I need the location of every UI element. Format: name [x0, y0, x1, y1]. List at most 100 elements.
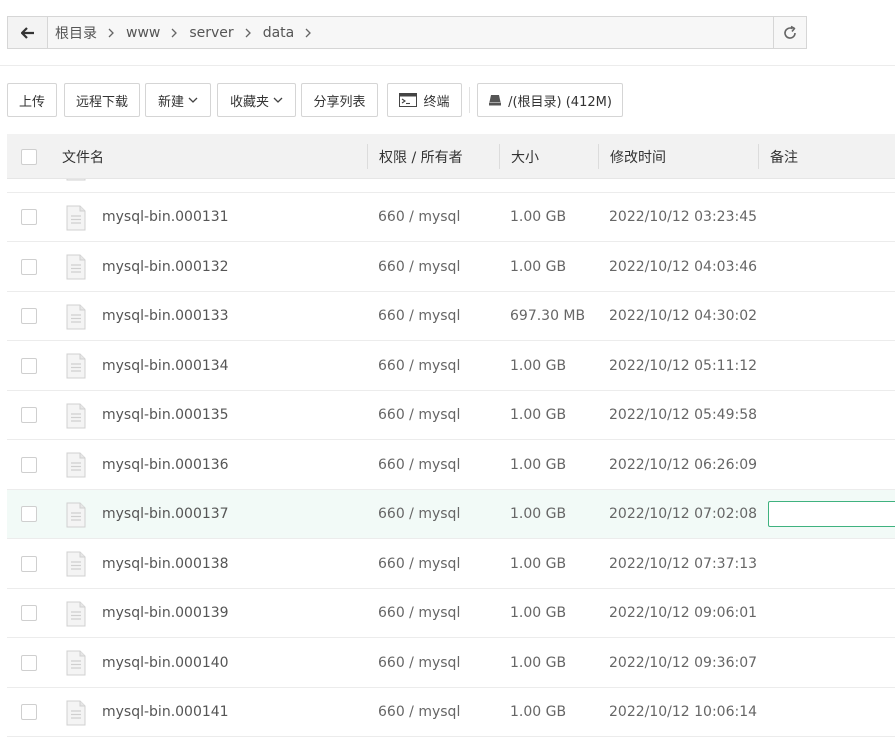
remark-input[interactable] [768, 500, 895, 527]
terminal-label: 终端 [423, 94, 450, 110]
file-mtime: 2022/10/12 10:06:14 [609, 704, 758, 721]
refresh-button[interactable] [773, 17, 806, 48]
file-icon [66, 254, 86, 284]
row-checkbox[interactable] [21, 357, 37, 374]
file-name[interactable]: mysql-bin.000140 [102, 638, 229, 688]
file-icon [66, 601, 86, 631]
back-button[interactable] [8, 17, 48, 48]
file-size: 1.00 GB [510, 654, 567, 671]
file-name[interactable]: mysql-bin.000139 [102, 589, 229, 639]
file-size: 697.30 MB [510, 308, 586, 325]
row-checkbox[interactable] [21, 654, 37, 671]
table-row[interactable]: mysql-bin.000133 660 / mysql 697.30 MB 2022… [7, 292, 895, 342]
file-icon [66, 179, 86, 185]
breadcrumb-link[interactable]: server [189, 25, 233, 41]
file-perm[interactable]: 660 / mysql [378, 242, 460, 292]
file-perm[interactable]: 660 / mysql [378, 490, 460, 540]
row-checkbox[interactable] [21, 209, 37, 226]
chevron-right-icon [245, 28, 251, 38]
disk-button[interactable]: /(根目录) (412M) [477, 83, 623, 117]
row-checkbox[interactable] [21, 605, 37, 622]
new-button[interactable]: 新建 [145, 83, 211, 117]
header-perm[interactable]: 权限 / 所有者 [379, 134, 463, 179]
row-checkbox-cell [21, 391, 37, 441]
file-perm[interactable]: 660 / mysql [378, 688, 460, 738]
table-row[interactable]: mysql-bin.000134 660 / mysql 1.00 GB 2022/1… [7, 341, 895, 391]
header-mtime[interactable]: 修改时间 [610, 134, 666, 179]
file-name[interactable]: mysql-bin.000141 [102, 688, 229, 738]
row-checkbox[interactable] [21, 506, 37, 523]
upload-button[interactable]: 上传 [7, 83, 57, 117]
breadcrumb-item: 根目录 [55, 23, 126, 43]
file-perm[interactable]: 660 / mysql [378, 589, 460, 639]
file-perm[interactable]: 660 / mysql [378, 539, 460, 589]
file-perm[interactable]: 660 / mysql [378, 179, 460, 193]
file-name[interactable]: mysql-bin.000133 [102, 292, 229, 342]
header-size[interactable]: 大小 [511, 134, 539, 179]
path-bar: 根目录 www server data [7, 16, 807, 49]
row-checkbox-cell [21, 179, 37, 193]
header-name[interactable]: 文件名 [62, 134, 104, 179]
select-all-checkbox[interactable] [21, 148, 37, 165]
table-row[interactable]: mysql-bin.000139 660 / mysql 1.00 GB 2022/1… [7, 589, 895, 639]
file-mtime: 2022/10/12 09:36:07 [609, 654, 758, 671]
terminal-button[interactable]: 终端 [387, 83, 462, 117]
file-name[interactable]: mysql-bin.000131 [102, 193, 229, 243]
breadcrumb-link[interactable]: 根目录 [55, 23, 97, 43]
column-divider [598, 144, 599, 169]
table-row[interactable]: mysql-bin.000136 660 / mysql 1.00 GB 2022/1… [7, 440, 895, 490]
chevron-down-icon [188, 97, 198, 103]
file-perm[interactable]: 660 / mysql [378, 638, 460, 688]
file-icon [66, 551, 86, 581]
row-checkbox[interactable] [21, 456, 37, 473]
file-name[interactable]: mysql-bin.000134 [102, 341, 229, 391]
table-row[interactable]: mysql-bin.000131 660 / mysql 1.00 GB 2022/1… [7, 193, 895, 243]
terminal-icon [399, 93, 418, 107]
file-size: 1.00 GB [510, 704, 567, 721]
row-checkbox-cell [21, 539, 37, 589]
row-checkbox-cell [21, 589, 37, 639]
table-row[interactable]: mysql-bin.000140 660 / mysql 1.00 GB 2022/1… [7, 638, 895, 688]
file-list[interactable]: mysql-bin.000130 660 / mysql 1.00 GB 2022/1… [7, 179, 895, 742]
favorites-button[interactable]: 收藏夹 [217, 83, 296, 117]
file-perm[interactable]: 660 / mysql [378, 292, 460, 342]
row-checkbox[interactable] [21, 308, 37, 325]
breadcrumb-link[interactable]: www [126, 25, 160, 41]
table-row[interactable]: mysql-bin.000138 660 / mysql 1.00 GB 2022/1… [7, 539, 895, 589]
file-name[interactable]: mysql-bin.000138 [102, 539, 229, 589]
table-row[interactable]: mysql-bin.000132 660 / mysql 1.00 GB 2022/1… [7, 242, 895, 292]
upload-button-label: 上传 [18, 94, 45, 110]
file-name[interactable]: mysql-bin.000137 [102, 490, 229, 540]
file-mtime: 2022/10/12 02:41:34 [609, 179, 757, 193]
file-size: 1.00 GB [510, 506, 567, 523]
breadcrumb-link[interactable]: data [263, 25, 295, 41]
row-checkbox-cell [21, 688, 37, 738]
file-perm[interactable]: 660 / mysql [378, 341, 460, 391]
file-name[interactable]: mysql-bin.000130 [102, 179, 229, 193]
table-row[interactable]: mysql-bin.000130 660 / mysql 1.00 GB 2022/1… [7, 179, 895, 193]
row-checkbox-cell [21, 638, 37, 688]
file-icon [66, 502, 86, 532]
file-mtime: 2022/10/12 07:02:08 [609, 506, 758, 523]
refresh-icon [784, 25, 796, 39]
table-row[interactable]: mysql-bin.000141 660 / mysql 1.00 GB 2022/1… [7, 688, 895, 738]
file-name[interactable]: mysql-bin.000136 [102, 440, 229, 490]
arrow-left-icon [20, 26, 34, 39]
file-perm[interactable]: 660 / mysql [378, 391, 460, 441]
row-checkbox[interactable] [21, 258, 37, 275]
file-size: 1.00 GB [510, 179, 566, 193]
row-checkbox-cell [21, 490, 37, 540]
table-row[interactable]: mysql-bin.000137 660 / mysql 1.00 GB 2022/1… [7, 489, 895, 540]
row-checkbox[interactable] [21, 407, 37, 424]
table-row[interactable]: mysql-bin.000135 660 / mysql 1.00 GB 2022/1… [7, 391, 895, 441]
row-checkbox[interactable] [21, 555, 37, 572]
share-list-button[interactable]: 分享列表 [301, 83, 378, 117]
row-checkbox[interactable] [21, 704, 37, 721]
file-name[interactable]: mysql-bin.000132 [102, 242, 229, 292]
file-size: 1.00 GB [510, 407, 567, 424]
header-remark[interactable]: 备注 [770, 134, 798, 179]
file-perm[interactable]: 660 / mysql [378, 440, 460, 490]
file-name[interactable]: mysql-bin.000135 [102, 391, 229, 441]
file-perm[interactable]: 660 / mysql [378, 193, 460, 243]
remote-download-button[interactable]: 远程下载 [64, 83, 140, 117]
